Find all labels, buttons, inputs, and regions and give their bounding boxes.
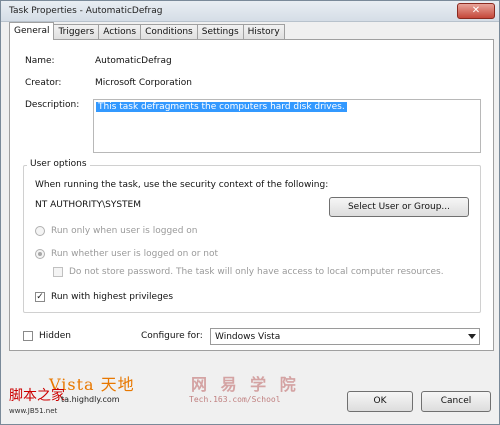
description-label: Description:: [25, 100, 80, 110]
ok-button[interactable]: OK: [347, 391, 413, 412]
select-user-button[interactable]: Select User or Group...: [329, 197, 469, 217]
radio-whether-label: Run whether user is logged on or not: [51, 249, 219, 259]
name-value[interactable]: AutomaticDefrag: [95, 56, 172, 66]
check-mark-icon: ✓: [36, 292, 44, 302]
tab-triggers[interactable]: Triggers: [53, 24, 100, 40]
window-title: Task Properties - AutomaticDefrag: [9, 6, 163, 16]
name-label: Name:: [25, 56, 55, 66]
no-store-password-label: Do not store password. The task will onl…: [69, 267, 444, 277]
watermark-jiaoben: 脚本之家: [9, 388, 65, 404]
tab-actions[interactable]: Actions: [98, 24, 142, 40]
radio-logged-on-label: Run only when user is logged on: [51, 226, 198, 236]
watermark-tech: Tech.163.com/School: [189, 395, 281, 404]
watermark-jb51: www.JB51.net: [9, 407, 58, 415]
watermark-wangyi: 网 易 学 院: [191, 375, 300, 394]
task-properties-window: Task Properties - AutomaticDefrag ✕ Gene…: [0, 0, 500, 425]
tab-general[interactable]: General: [9, 22, 55, 40]
tab-settings[interactable]: Settings: [196, 24, 244, 40]
tab-history[interactable]: History: [242, 24, 285, 40]
radio-whether-logged-on[interactable]: [35, 249, 45, 259]
tab-strip: General Triggers Actions Conditions Sett…: [9, 22, 285, 40]
configure-for-label: Configure for:: [141, 331, 203, 341]
chevron-down-icon: [468, 334, 476, 339]
description-text: This task defragments the computers hard…: [96, 102, 347, 112]
no-store-password-checkbox[interactable]: [53, 267, 63, 277]
account-name: NT AUTHORITY\SYSTEM: [35, 200, 141, 210]
highest-privileges-label: Run with highest privileges: [51, 292, 174, 302]
radio-logged-on[interactable]: [35, 226, 45, 236]
hidden-label: Hidden: [39, 331, 71, 341]
user-options-title: User options: [27, 159, 90, 169]
description-field[interactable]: This task defragments the computers hard…: [93, 99, 481, 153]
title-bar: Task Properties - AutomaticDefrag ✕: [1, 1, 499, 22]
close-icon: ✕: [471, 5, 481, 16]
configure-for-value: Windows Vista: [215, 332, 281, 342]
watermark-highdly: ta.highdly.com: [61, 395, 120, 404]
cancel-button[interactable]: Cancel: [421, 391, 491, 412]
configure-for-select[interactable]: Windows Vista: [210, 328, 480, 345]
hidden-checkbox[interactable]: [23, 331, 33, 341]
highest-privileges-checkbox[interactable]: ✓: [35, 292, 45, 302]
tab-conditions[interactable]: Conditions: [140, 24, 198, 40]
creator-label: Creator:: [25, 78, 62, 88]
close-button[interactable]: ✕: [457, 3, 495, 19]
creator-value[interactable]: Microsoft Corporation: [95, 78, 192, 88]
security-context-text: When running the task, use the security …: [35, 180, 329, 190]
